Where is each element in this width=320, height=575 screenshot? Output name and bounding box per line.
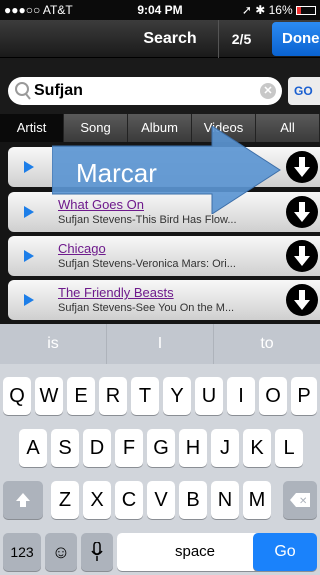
download-arrow-icon <box>294 157 310 177</box>
done-button[interactable]: Done <box>272 22 320 56</box>
key-v[interactable]: V <box>147 481 175 519</box>
numbers-key[interactable]: 123 <box>3 533 41 571</box>
song-subtitle: Sufjan Stevens-Veronica Mars: Ori... <box>58 258 236 270</box>
battery-percent: 16% <box>268 3 293 17</box>
key-a[interactable]: A <box>19 429 47 467</box>
key-x[interactable]: X <box>83 481 111 519</box>
keyboard: Q W E R T Y U I O P A S D F G H J K L Z … <box>0 364 320 575</box>
song-subtitle: Sufjan Stevens-This Bird Has Flow... <box>58 214 237 226</box>
download-button[interactable] <box>286 196 318 228</box>
annotation-arrow <box>52 126 281 214</box>
suggestion-item[interactable]: to <box>214 324 320 364</box>
search-row: Sufjan ✕ GO <box>0 58 320 114</box>
key-r[interactable]: R <box>99 377 127 415</box>
svg-text:✕: ✕ <box>299 496 307 507</box>
key-h[interactable]: H <box>179 429 207 467</box>
page-counter: 2/5 <box>218 20 264 58</box>
song-title[interactable]: The Friendly Beasts <box>58 285 174 300</box>
suggestion-item[interactable]: I <box>107 324 214 364</box>
key-l[interactable]: L <box>275 429 303 467</box>
go-key[interactable]: Go <box>253 533 317 571</box>
backspace-icon: ✕ <box>290 493 310 507</box>
play-icon[interactable] <box>24 161 34 173</box>
key-e[interactable]: E <box>67 377 95 415</box>
key-s[interactable]: S <box>51 429 79 467</box>
key-q[interactable]: Q <box>3 377 31 415</box>
key-u[interactable]: U <box>195 377 223 415</box>
page-title: Search <box>143 30 197 47</box>
key-c[interactable]: C <box>115 481 143 519</box>
dictation-key[interactable] <box>81 533 113 571</box>
delete-key[interactable]: ✕ <box>283 481 317 519</box>
download-arrow-icon <box>294 290 310 310</box>
battery-indicator: ➚ ✱ 16% <box>242 3 316 17</box>
key-d[interactable]: D <box>83 429 111 467</box>
song-title[interactable]: Chicago <box>58 241 106 256</box>
navigation-bar: Search 2/5 Done <box>0 20 320 58</box>
search-input[interactable]: Sufjan ✕ <box>8 77 282 105</box>
status-bar: ●●●○○ AT&T 9:04 PM ➚ ✱ 16% <box>0 0 320 20</box>
key-n[interactable]: N <box>211 481 239 519</box>
play-icon[interactable] <box>24 206 34 218</box>
key-b[interactable]: B <box>179 481 207 519</box>
download-button[interactable] <box>286 240 318 272</box>
key-w[interactable]: W <box>35 377 63 415</box>
battery-icon <box>296 6 316 15</box>
shift-icon <box>16 493 30 507</box>
key-i[interactable]: I <box>227 377 255 415</box>
key-o[interactable]: O <box>259 377 287 415</box>
clear-icon[interactable]: ✕ <box>260 83 276 99</box>
space-key[interactable]: space <box>117 533 273 571</box>
key-p[interactable]: P <box>291 377 317 415</box>
key-t[interactable]: T <box>131 377 159 415</box>
emoji-icon: ☺ <box>51 542 71 562</box>
key-y[interactable]: Y <box>163 377 191 415</box>
song-subtitle: Sufjan Stevens-See You On the M... <box>58 302 235 314</box>
download-button[interactable] <box>286 284 318 316</box>
suggestion-bar: is I to <box>0 324 320 364</box>
play-icon[interactable] <box>24 294 34 306</box>
key-g[interactable]: G <box>147 429 175 467</box>
shift-key[interactable] <box>3 481 43 519</box>
search-value: Sufjan <box>34 82 83 99</box>
go-button[interactable]: GO <box>288 77 320 105</box>
key-m[interactable]: M <box>243 481 271 519</box>
key-f[interactable]: F <box>115 429 143 467</box>
microphone-icon <box>91 541 103 561</box>
play-icon[interactable] <box>24 250 34 262</box>
key-j[interactable]: J <box>211 429 239 467</box>
list-item[interactable]: Chicago Sufjan Stevens-Veronica Mars: Or… <box>8 236 320 276</box>
download-arrow-icon <box>294 202 310 222</box>
key-z[interactable]: Z <box>51 481 79 519</box>
emoji-key[interactable]: ☺ <box>45 533 77 571</box>
search-icon <box>15 82 31 100</box>
suggestion-item[interactable]: is <box>0 324 107 364</box>
list-item[interactable]: The Friendly Beasts Sufjan Stevens-See Y… <box>8 280 320 320</box>
download-button[interactable] <box>286 151 318 183</box>
download-arrow-icon <box>294 246 310 266</box>
key-k[interactable]: K <box>243 429 271 467</box>
